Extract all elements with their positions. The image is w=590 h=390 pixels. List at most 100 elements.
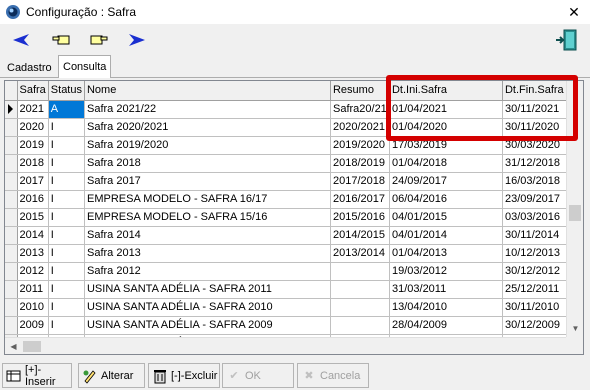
- cell-status[interactable]: I: [48, 262, 85, 281]
- cell-resumo[interactable]: 2019/2020: [330, 136, 390, 155]
- cell-resumo[interactable]: 2020/2021: [330, 118, 390, 137]
- cell-status[interactable]: I: [48, 172, 85, 191]
- column-header-safra[interactable]: Safra: [17, 81, 49, 101]
- cell-safra[interactable]: 2012: [17, 262, 49, 281]
- row-indicator[interactable]: [5, 226, 18, 245]
- row-indicator[interactable]: [5, 280, 18, 299]
- cell-nome[interactable]: USINA SANTA ADÉLIA - SAFRA 2011: [84, 280, 331, 299]
- table-row[interactable]: 2019 I Safra 2019/2020 2019/2020 17/03/2019 3…: [5, 136, 568, 155]
- cell-dt-fin-safra[interactable]: 25/12/2011: [502, 280, 568, 299]
- cell-status[interactable]: I: [48, 208, 85, 227]
- cell-safra[interactable]: 2020: [17, 118, 49, 137]
- cell-nome[interactable]: Safra 2021/22: [84, 100, 331, 119]
- table-row[interactable]: 2011 I USINA SANTA ADÉLIA - SAFRA 2011 31/0…: [5, 280, 568, 299]
- vertical-scroll-thumb[interactable]: [569, 205, 581, 221]
- cell-safra[interactable]: 2015: [17, 208, 49, 227]
- cell-dt-ini-safra[interactable]: 06/04/2016: [389, 190, 503, 209]
- cell-resumo[interactable]: [330, 316, 390, 335]
- cell-nome[interactable]: EMPRESA MODELO - SAFRA 16/17: [84, 190, 331, 209]
- cell-dt-fin-safra[interactable]: 30/03/2020: [502, 136, 568, 155]
- cell-status[interactable]: I: [48, 244, 85, 263]
- scroll-left-icon[interactable]: ◀: [5, 338, 22, 354]
- row-indicator[interactable]: [5, 154, 18, 173]
- cell-dt-ini-safra[interactable]: 04/01/2014: [389, 226, 503, 245]
- cell-dt-fin-safra[interactable]: 30/11/2014: [502, 226, 568, 245]
- cell-safra[interactable]: 2019: [17, 136, 49, 155]
- cell-nome[interactable]: Safra 2014: [84, 226, 331, 245]
- table-row[interactable]: 2020 I Safra 2020/2021 2020/2021 01/04/2020 3…: [5, 118, 568, 137]
- cell-dt-fin-safra[interactable]: 30/11/2021: [502, 100, 568, 119]
- cell-resumo[interactable]: 2015/2016: [330, 208, 390, 227]
- row-indicator[interactable]: [5, 244, 18, 263]
- cell-dt-ini-safra[interactable]: 19/03/2012: [389, 262, 503, 281]
- cell-dt-ini-safra[interactable]: 01/04/2013: [389, 244, 503, 263]
- row-indicator[interactable]: [5, 208, 18, 227]
- cell-status[interactable]: I: [48, 136, 85, 155]
- cell-status[interactable]: I: [48, 316, 85, 335]
- cell-dt-fin-safra[interactable]: 30/11/2010: [502, 298, 568, 317]
- cell-safra[interactable]: 2017: [17, 172, 49, 191]
- cell-nome[interactable]: Safra 2019/2020: [84, 136, 331, 155]
- cell-nome[interactable]: Safra 2017: [84, 172, 331, 191]
- cell-dt-fin-safra[interactable]: 30/11/2020: [502, 118, 568, 137]
- cell-dt-ini-safra[interactable]: 31/03/2011: [389, 280, 503, 299]
- cell-nome[interactable]: Safra 2013: [84, 244, 331, 263]
- cell-dt-fin-safra[interactable]: 10/12/2013: [502, 244, 568, 263]
- hand-right-icon[interactable]: [88, 29, 110, 51]
- cell-dt-ini-safra[interactable]: 04/01/2015: [389, 208, 503, 227]
- column-header-status[interactable]: Status: [48, 81, 85, 101]
- cell-dt-ini-safra[interactable]: 17/03/2019: [389, 136, 503, 155]
- cell-status[interactable]: A: [48, 100, 85, 119]
- row-indicator[interactable]: [5, 262, 18, 281]
- column-header-resumo[interactable]: Resumo: [330, 81, 390, 101]
- table-row[interactable]: 2018 I Safra 2018 2018/2019 01/04/2018 31/12/…: [5, 154, 568, 173]
- cell-resumo[interactable]: 2014/2015: [330, 226, 390, 245]
- cell-nome[interactable]: Safra 2018: [84, 154, 331, 173]
- table-row[interactable]: 2010 I USINA SANTA ADÉLIA - SAFRA 2010 13/0…: [5, 298, 568, 317]
- insert-button[interactable]: [+]-Inserir: [2, 363, 72, 388]
- cell-status[interactable]: I: [48, 298, 85, 317]
- cell-nome[interactable]: USINA SANTA ADÉLIA - SAFRA 2010: [84, 298, 331, 317]
- close-icon[interactable]: ✕: [558, 0, 590, 24]
- arrow-right-icon[interactable]: [126, 29, 148, 51]
- scroll-up-icon[interactable]: ▲: [567, 81, 583, 98]
- table-row[interactable]: 2021 A Safra 2021/22 Safra20/21 01/04/2021 30…: [5, 100, 568, 119]
- cell-dt-ini-safra[interactable]: 24/09/2017: [389, 172, 503, 191]
- cell-resumo[interactable]: 2013/2014: [330, 244, 390, 263]
- cell-status[interactable]: I: [48, 226, 85, 245]
- cell-resumo[interactable]: 2018/2019: [330, 154, 390, 173]
- row-indicator[interactable]: [5, 136, 18, 155]
- row-indicator[interactable]: [5, 172, 18, 191]
- cell-dt-ini-safra[interactable]: 13/04/2010: [389, 298, 503, 317]
- safra-grid[interactable]: Safra Status Nome Resumo Dt.Ini.Safra Dt…: [4, 80, 584, 355]
- cell-dt-fin-safra[interactable]: 30/12/2012: [502, 262, 568, 281]
- row-indicator[interactable]: [5, 190, 18, 209]
- cell-resumo[interactable]: [330, 298, 390, 317]
- row-indicator[interactable]: [5, 100, 18, 119]
- tab-consulta[interactable]: Consulta: [58, 55, 112, 78]
- cell-dt-ini-safra[interactable]: 01/04/2018: [389, 154, 503, 173]
- cell-dt-fin-safra[interactable]: 23/09/2017: [502, 190, 568, 209]
- horizontal-scroll-thumb[interactable]: [23, 341, 41, 352]
- cell-dt-fin-safra[interactable]: 31/12/2018: [502, 154, 568, 173]
- scroll-down-icon[interactable]: ▼: [567, 320, 583, 337]
- row-indicator[interactable]: [5, 316, 18, 335]
- cell-resumo[interactable]: 2017/2018: [330, 172, 390, 191]
- arrow-left-icon[interactable]: [10, 29, 32, 51]
- vertical-scrollbar[interactable]: ▲ ▼: [566, 81, 583, 337]
- ok-button[interactable]: ✔ OK: [222, 363, 294, 388]
- cell-resumo[interactable]: Safra20/21: [330, 100, 390, 119]
- column-header-nome[interactable]: Nome: [84, 81, 331, 101]
- row-indicator[interactable]: [5, 118, 18, 137]
- cell-safra[interactable]: 2013: [17, 244, 49, 263]
- cancel-button[interactable]: ✖ Cancela: [297, 363, 369, 388]
- cell-resumo[interactable]: 2016/2017: [330, 190, 390, 209]
- cell-nome[interactable]: EMPRESA MODELO - SAFRA 15/16: [84, 208, 331, 227]
- cell-resumo[interactable]: [330, 280, 390, 299]
- cell-safra[interactable]: 2018: [17, 154, 49, 173]
- cell-dt-fin-safra[interactable]: 30/12/2009: [502, 316, 568, 335]
- cell-safra[interactable]: 2010: [17, 298, 49, 317]
- cell-nome[interactable]: Safra 2020/2021: [84, 118, 331, 137]
- cell-status[interactable]: I: [48, 154, 85, 173]
- column-header-dt-ini-safra[interactable]: Dt.Ini.Safra: [389, 81, 503, 101]
